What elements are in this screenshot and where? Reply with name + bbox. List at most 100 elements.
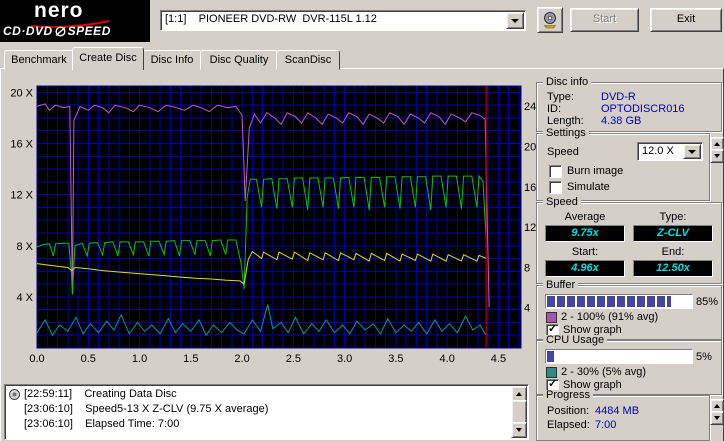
disc-length-label: Length: (547, 115, 584, 127)
log-entry-text: [23:06:10] Elapsed Time: 7:00 (24, 418, 180, 430)
buffer-progress-fill (547, 296, 672, 307)
tab-disc-info[interactable]: Disc Info (142, 50, 202, 70)
logo-subtitle: CD·DVD SPEED (3, 24, 111, 38)
svg-text:4 X: 4 X (16, 292, 33, 304)
log-scroll-thumb[interactable] (511, 400, 527, 424)
logo-speed-text: SPEED (67, 24, 111, 38)
svg-text:2.0: 2.0 (234, 353, 249, 365)
start-speed-label: Start: (571, 246, 599, 258)
end-speed-label: End: (661, 246, 685, 258)
arrow-up-icon (516, 392, 522, 396)
elapsed-label: Elapsed: (547, 419, 590, 431)
speed-chart: 4 X 8 X 12 X 16 X 20 X 4 8 12 16 20 24 0.0 0.5 1.0 1.5… (0, 80, 536, 380)
burn-image-checkbox[interactable] (549, 165, 562, 178)
tab-disc-quality[interactable]: Disc Quality (200, 50, 278, 70)
svg-text:20 X: 20 X (10, 87, 33, 99)
buffer-series-swatch (546, 312, 557, 323)
svg-text:4.0: 4.0 (440, 353, 455, 365)
speed-panel: Speed Average Type: 9.75x Z-CLV Start: E… (536, 197, 722, 284)
svg-text:3.5: 3.5 (388, 353, 403, 365)
cpu-percent-label: 5% (696, 351, 712, 363)
start-button[interactable]: Start (570, 8, 639, 32)
cpu-usage-panel: CPU Usage 5% 2 - 30% (5% avg) ✓ Show gra… (536, 335, 722, 395)
disc-tray-button[interactable] (537, 7, 563, 33)
exit-button[interactable]: Exit (650, 8, 722, 32)
speed-type-label: Type: (659, 211, 687, 223)
tab-label: Disc Quality (209, 54, 269, 66)
log-scrollbar[interactable] (511, 386, 527, 438)
progress-title: Progress (543, 390, 594, 401)
log-entry: [23:06:10] Speed5-13 X Z-CLV (9.75 X ave… (9, 402, 508, 417)
log-lines: [22:59:11] Creating Data Disc [23:06:10]… (9, 387, 508, 437)
disc-id-value: OPTODISCR016 (601, 103, 685, 115)
simulate-checkbox[interactable] (549, 181, 562, 194)
log-box: [22:59:11] Creating Data Disc [23:06:10]… (4, 384, 529, 440)
log-entry-text: [23:06:10] Speed5-13 X Z-CLV (9.75 X ave… (24, 403, 269, 415)
arrow-up-icon (714, 404, 720, 408)
svg-text:2.5: 2.5 (286, 353, 301, 365)
drive-selector-dropdown-button[interactable] (506, 12, 524, 29)
arrow-down-icon (714, 154, 720, 158)
speed-chart-svg: 4 X 8 X 12 X 16 X 20 X 4 8 12 16 20 24 0.0 0.5 1.0 1.5… (10, 85, 536, 365)
cpu-progress-fill (547, 351, 555, 362)
svg-text:4: 4 (524, 303, 530, 315)
disc-slash-icon (55, 25, 66, 37)
chevron-down-icon (688, 149, 696, 154)
log-scroll-down-button[interactable] (511, 422, 527, 438)
tab-scandisc[interactable]: ScanDisc (276, 50, 340, 70)
speed-select-dropdown-button[interactable] (683, 144, 701, 159)
settings-panel: Settings Speed 12.0 X Burn image Simulat… (536, 128, 710, 201)
cpu-usage-title: CPU Usage (543, 335, 608, 346)
svg-text:1.5: 1.5 (183, 353, 198, 365)
nero-logo: nero CD·DVD SPEED (0, 0, 150, 42)
log-entry-text: [22:59:11] Creating Data Disc (24, 388, 177, 400)
arrow-up-icon (714, 142, 720, 146)
disc-length-value: 4.38 GB (601, 115, 642, 127)
average-speed-label: Average (564, 211, 606, 223)
exit-button-label: Exit (676, 13, 696, 25)
buffer-panel: Buffer 85% 2 - 100% (91% avg) ✓ Show gra… (536, 280, 722, 340)
cpu-progress-bar (545, 349, 693, 364)
speed-panel-title: Speed (543, 197, 581, 208)
average-speed-display: 9.75x (545, 225, 625, 242)
speed-type-display: Z-CLV (633, 225, 713, 242)
svg-text:12: 12 (524, 222, 536, 234)
svg-text:4.5: 4.5 (491, 353, 506, 365)
svg-text:8: 8 (524, 262, 530, 274)
speed-select[interactable]: 12.0 X (637, 142, 703, 161)
log-entry: [22:59:11] Creating Data Disc (9, 387, 508, 402)
svg-text:12 X: 12 X (10, 190, 33, 202)
simulate-label: Simulate (567, 181, 610, 193)
svg-text:20: 20 (524, 141, 536, 153)
disc-tray-icon (543, 12, 557, 29)
tab-benchmark[interactable]: Benchmark (4, 50, 74, 70)
svg-text:0.0: 0.0 (29, 353, 44, 365)
speed-select-value: 12.0 X (642, 145, 674, 157)
start-button-label: Start (592, 13, 617, 25)
tab-label: Benchmark (11, 54, 67, 66)
disc-log-icon (9, 389, 20, 400)
svg-text:16 X: 16 X (10, 139, 33, 151)
buffer-progress-bar (545, 294, 693, 309)
drive-selector[interactable]: [1:1] PIONEER DVD-RW DVR-115L 1.12 (160, 10, 526, 31)
progress-scroll-down-button[interactable] (710, 411, 724, 425)
svg-text:1.0: 1.0 (132, 353, 147, 365)
settings-scroll-down-button[interactable] (710, 149, 724, 163)
chevron-down-icon (511, 18, 519, 23)
start-speed-display: 4.96x (545, 260, 625, 277)
buffer-range-label: 2 - 100% (91% avg) (561, 311, 659, 323)
tab-label: Disc Info (150, 54, 194, 66)
cpu-series-swatch (546, 367, 557, 378)
burn-image-label: Burn image (567, 165, 624, 177)
arrow-down-icon (516, 428, 522, 432)
svg-text:3.0: 3.0 (337, 353, 352, 365)
arrow-down-icon (714, 416, 720, 420)
buffer-title: Buffer (543, 280, 579, 291)
drive-selector-value: [1:1] PIONEER DVD-RW DVR-115L 1.12 (165, 13, 377, 25)
disc-id-label: ID: (547, 103, 562, 115)
progress-panel: Progress Position: 4484 MB Elapsed: 7:00 (536, 390, 710, 441)
disc-type-label: Type: (547, 91, 574, 103)
tab-create-disc[interactable]: Create Disc (72, 47, 144, 70)
elapsed-value: 7:00 (595, 419, 617, 431)
svg-text:24: 24 (524, 101, 536, 113)
